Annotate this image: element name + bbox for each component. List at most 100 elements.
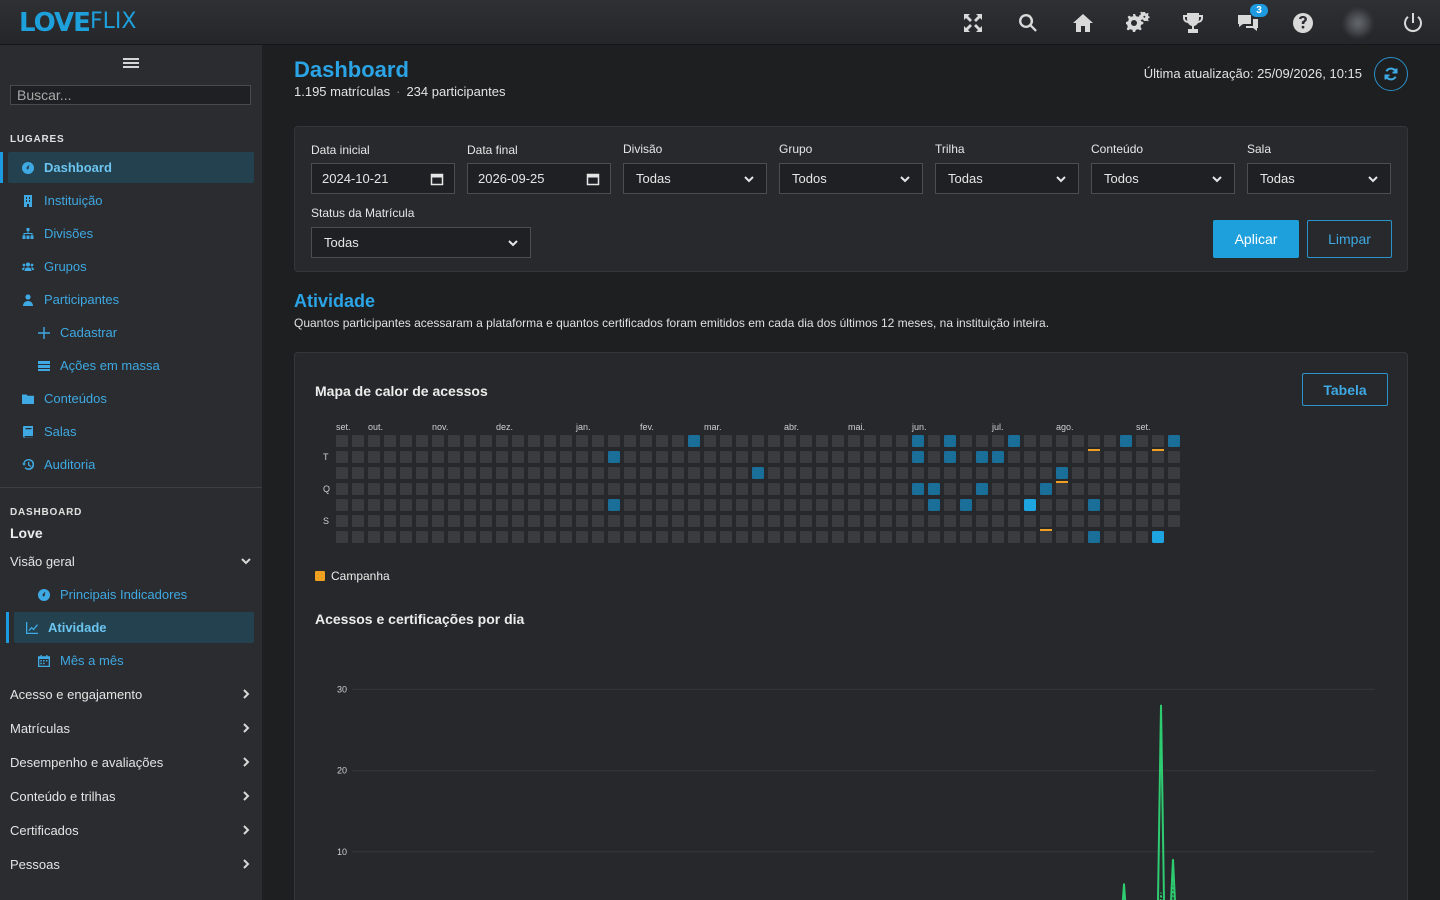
calendar-icon bbox=[430, 172, 444, 186]
start-date-label: Data inicial bbox=[311, 143, 370, 157]
status-select[interactable]: Todas bbox=[311, 227, 531, 258]
nav-item-participants[interactable]: Participantes bbox=[0, 283, 262, 316]
dashboard-name: Love bbox=[10, 525, 43, 541]
division-value: Todas bbox=[636, 171, 671, 186]
group-label: Conteúdo e trilhas bbox=[10, 788, 116, 804]
settings-icon[interactable] bbox=[1110, 0, 1165, 45]
group-enrollments[interactable]: Matrículas bbox=[0, 711, 262, 745]
nav-item-activity[interactable]: Atividade bbox=[6, 612, 254, 643]
group-label: Pessoas bbox=[10, 856, 60, 872]
chat-icon[interactable]: 3 bbox=[1220, 0, 1275, 45]
sidebar-search-input[interactable] bbox=[10, 85, 251, 105]
nav-item-month-by-month[interactable]: Mês a mês bbox=[0, 644, 262, 677]
nav-item-label: Conteúdos bbox=[44, 391, 107, 406]
menu-toggle-icon[interactable] bbox=[123, 56, 139, 72]
chevron-down-icon bbox=[1210, 172, 1224, 186]
group-label: Certificados bbox=[10, 822, 79, 838]
fullscreen-icon[interactable] bbox=[945, 0, 1000, 45]
chevron-right-icon bbox=[240, 824, 252, 836]
room-value: Todas bbox=[1260, 171, 1295, 186]
chevron-right-icon bbox=[240, 688, 252, 700]
chevron-right-icon bbox=[240, 756, 252, 768]
nav-item-label: Atividade bbox=[48, 620, 107, 635]
end-date-input[interactable]: 2026-09-25 bbox=[467, 163, 611, 194]
refresh-icon bbox=[1384, 67, 1398, 81]
help-icon[interactable] bbox=[1275, 0, 1330, 45]
group-certificates[interactable]: Certificados bbox=[0, 813, 262, 847]
nav-item-label: Mês a mês bbox=[60, 653, 124, 668]
group-label: Visão geral bbox=[10, 553, 75, 569]
y-tick-label: 10 bbox=[337, 847, 347, 857]
group-people[interactable]: Pessoas bbox=[0, 847, 262, 881]
nav-item-contents[interactable]: Conteúdos bbox=[0, 382, 262, 415]
chat-badge: 3 bbox=[1250, 4, 1268, 17]
trophy-icon[interactable] bbox=[1165, 0, 1220, 45]
participants-count: 234 participantes bbox=[406, 84, 506, 99]
content-value: Todos bbox=[1104, 171, 1139, 186]
nav-item-register[interactable]: Cadastrar bbox=[0, 316, 262, 349]
search-icon[interactable] bbox=[1000, 0, 1055, 45]
group-value: Todos bbox=[792, 171, 827, 186]
home-icon[interactable] bbox=[1055, 0, 1110, 45]
sitemap-icon bbox=[22, 227, 34, 240]
folder-icon bbox=[22, 393, 34, 405]
content-select[interactable]: Todos bbox=[1091, 163, 1235, 194]
nav-item-bulk-actions[interactable]: Ações em massa bbox=[0, 349, 262, 382]
activity-title: Atividade bbox=[294, 291, 376, 311]
nav-item-groups[interactable]: Grupos bbox=[0, 250, 262, 283]
separator: · bbox=[396, 84, 401, 99]
chevron-down-icon bbox=[898, 172, 912, 186]
last-update: Última atualização: 25/09/2026, 10:15 bbox=[1143, 66, 1362, 81]
overview-nav: Principais Indicadores Atividade Mês a m… bbox=[0, 578, 262, 677]
places-nav: Dashboard Instituição Divisões Grupos Pa… bbox=[0, 151, 262, 481]
avatar[interactable] bbox=[1330, 0, 1385, 45]
start-date-input[interactable]: 2024-10-21 bbox=[311, 163, 455, 194]
section-label-places: LUGARES bbox=[10, 134, 65, 145]
status-label: Status da Matrícula bbox=[311, 206, 415, 220]
nav-item-divisions[interactable]: Divisões bbox=[0, 217, 262, 250]
chevron-right-icon bbox=[240, 722, 252, 734]
chevron-down-icon bbox=[506, 236, 520, 250]
logo-light: FLIX bbox=[89, 9, 137, 34]
users-icon bbox=[22, 261, 34, 273]
track-value: Todas bbox=[948, 171, 983, 186]
chevron-down-icon bbox=[742, 172, 756, 186]
group-content-tracks[interactable]: Conteúdo e trilhas bbox=[0, 779, 262, 813]
group-overview[interactable]: Visão geral bbox=[0, 544, 262, 578]
sidebar-divider bbox=[0, 487, 262, 488]
nav-item-institution[interactable]: Instituição bbox=[0, 184, 262, 217]
track-label: Trilha bbox=[935, 142, 965, 156]
list-icon bbox=[38, 360, 50, 372]
clear-button[interactable]: Limpar bbox=[1307, 220, 1392, 258]
nav-item-rooms[interactable]: Salas bbox=[0, 415, 262, 448]
group-label: Acesso e engajamento bbox=[10, 686, 143, 702]
activity-description: Quantos participantes acessaram a plataf… bbox=[294, 316, 1050, 330]
end-date-label: Data final bbox=[467, 143, 518, 157]
chevron-down-icon bbox=[1054, 172, 1068, 186]
nav-item-dashboard[interactable]: Dashboard bbox=[0, 152, 254, 183]
group-performance[interactable]: Desempenho e avaliações bbox=[0, 745, 262, 779]
nav-item-label: Ações em massa bbox=[60, 358, 160, 373]
chevron-down-icon bbox=[240, 555, 252, 567]
division-select[interactable]: Todas bbox=[623, 163, 767, 194]
apply-button[interactable]: Aplicar bbox=[1213, 220, 1299, 258]
dashboard-icon bbox=[22, 161, 34, 174]
group-select[interactable]: Todos bbox=[779, 163, 923, 194]
room-label: Sala bbox=[1247, 142, 1272, 156]
refresh-button[interactable] bbox=[1374, 57, 1408, 91]
y-tick-label: 30 bbox=[337, 684, 347, 694]
series-accesses-line bbox=[1121, 704, 1176, 900]
group-label: Matrículas bbox=[10, 720, 70, 736]
history-icon bbox=[22, 458, 34, 471]
room-select[interactable]: Todas bbox=[1247, 163, 1391, 194]
power-icon[interactable] bbox=[1385, 0, 1440, 45]
nav-item-label: Grupos bbox=[44, 259, 87, 274]
logo[interactable]: LOVEFLIX bbox=[19, 7, 136, 38]
track-select[interactable]: Todas bbox=[935, 163, 1079, 194]
page-subtitle: 1.195 matrículas · 234 participantes bbox=[294, 84, 505, 99]
group-access-engagement[interactable]: Acesso e engajamento bbox=[0, 677, 262, 711]
chevron-down-icon bbox=[1366, 172, 1380, 186]
nav-item-key-indicators[interactable]: Principais Indicadores bbox=[0, 578, 262, 611]
nav-item-audit[interactable]: Auditoria bbox=[0, 448, 262, 481]
enrollments-count: 1.195 matrículas bbox=[294, 84, 391, 99]
